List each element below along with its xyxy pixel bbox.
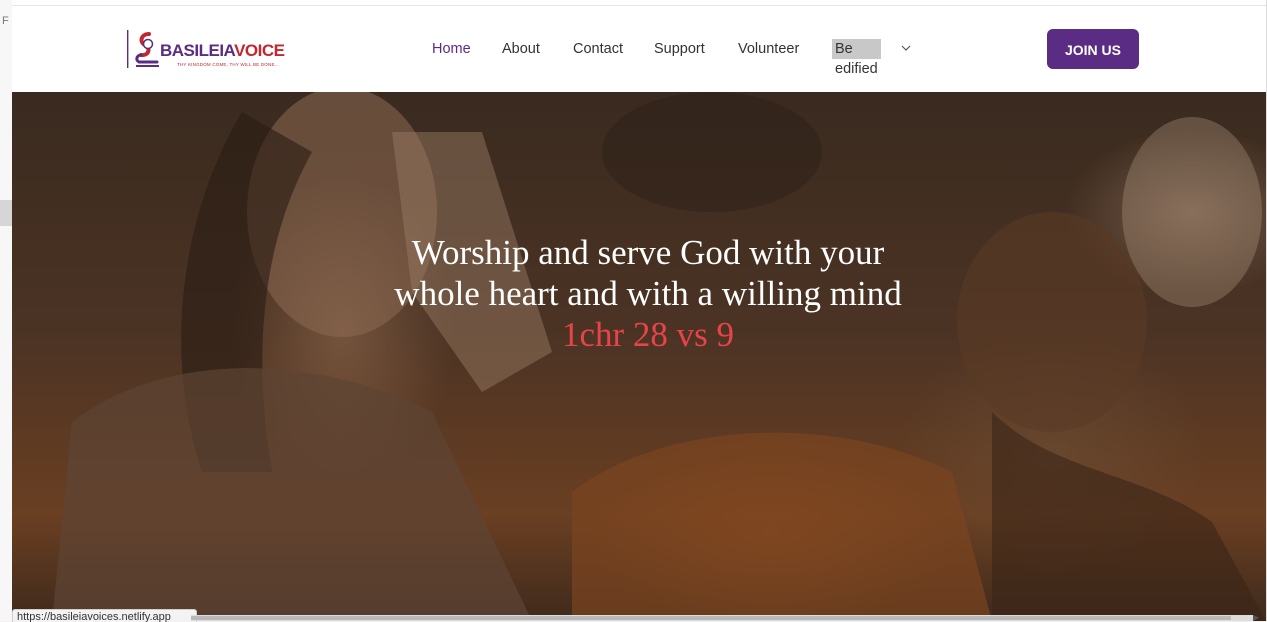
horizontal-scrollbar[interactable] xyxy=(191,615,1253,621)
logo-emblem-icon xyxy=(127,30,159,68)
hero-banner: Worship and serve God with your whole he… xyxy=(12,92,1266,621)
page: BASILEIAVOICE THY KINGDOM COME, THY WILL… xyxy=(12,0,1266,621)
link-status-bar: https://basileiavoices.netlify.app xyxy=(12,609,197,622)
hero-quote: Worship and serve God with your whole he… xyxy=(330,232,966,355)
logo-tagline: THY KINGDOM COME, THY WILL BE DONE... xyxy=(177,62,279,67)
browser-left-strip: F xyxy=(0,0,12,621)
site-logo[interactable]: BASILEIAVOICE THY KINGDOM COME, THY WILL… xyxy=(127,28,297,70)
logo-wordmark: BASILEIAVOICE xyxy=(160,41,285,60)
scrollbar-thumb[interactable] xyxy=(191,616,1231,620)
chevron-down-icon[interactable] xyxy=(901,43,911,53)
join-us-button[interactable]: JOIN US xyxy=(1047,29,1139,69)
nav-about[interactable]: About xyxy=(502,40,540,58)
hero-scripture-reference: 1chr 28 vs 9 xyxy=(561,315,735,354)
left-strip-marker xyxy=(0,200,12,226)
nav-volunteer[interactable]: Volunteer xyxy=(738,40,799,58)
nav-support[interactable]: Support xyxy=(654,40,705,58)
nav-home[interactable]: Home xyxy=(432,40,471,58)
hero-background-image xyxy=(52,92,1266,621)
hero-quote-line-1: Worship and serve God with your xyxy=(411,233,885,272)
nav-be-edified-dropdown[interactable]: Be edified xyxy=(832,39,881,77)
nav-contact[interactable]: Contact xyxy=(573,40,623,58)
left-strip-letter: F xyxy=(2,15,9,27)
navbar: BASILEIAVOICE THY KINGDOM COME, THY WILL… xyxy=(12,6,1266,93)
hero-quote-line-2: whole heart and with a willing mind xyxy=(394,274,902,313)
